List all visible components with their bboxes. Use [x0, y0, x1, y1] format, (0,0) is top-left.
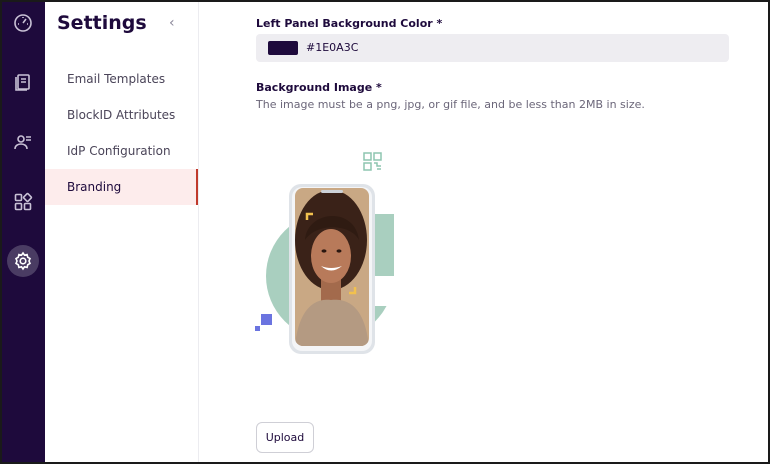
upload-button[interactable]: Upload	[256, 422, 314, 453]
settings-title: Settings	[57, 12, 147, 34]
background-image-preview	[255, 148, 405, 358]
left-panel-color-label: Left Panel Background Color *	[256, 17, 443, 30]
color-value: #1E0A3C	[306, 41, 359, 54]
settings-panel: Settings ‹ Email Templates BlockID Attri…	[45, 2, 199, 462]
nav-blockid-attributes[interactable]: BlockID Attributes	[45, 97, 198, 133]
nav-idp-configuration[interactable]: IdP Configuration	[45, 133, 198, 169]
icon-rail	[2, 2, 45, 462]
nav-branding[interactable]: Branding	[45, 169, 198, 205]
blue-square-small	[255, 326, 260, 331]
background-image-help: The image must be a png, jpg, or gif fil…	[256, 98, 645, 111]
phone-notch	[321, 190, 343, 193]
app-window: Settings ‹ Email Templates BlockID Attri…	[0, 0, 770, 464]
chevron-left-icon[interactable]: ‹	[169, 15, 175, 31]
left-panel-color-field[interactable]: #1E0A3C	[256, 34, 729, 62]
users-icon[interactable]	[9, 128, 37, 156]
gear-icon[interactable]	[7, 245, 39, 277]
dashboard-icon[interactable]	[9, 9, 37, 37]
phone-screen	[295, 188, 369, 346]
branding-content: Left Panel Background Color * #1E0A3C Ba…	[199, 2, 768, 462]
color-swatch[interactable]	[268, 41, 298, 55]
book-icon[interactable]	[9, 68, 37, 96]
preview-illustration	[255, 152, 394, 354]
apps-grid-icon[interactable]	[9, 188, 37, 216]
background-image-label: Background Image *	[256, 81, 382, 94]
qr-code-icon	[363, 152, 382, 171]
nav-email-templates[interactable]: Email Templates	[45, 61, 198, 97]
blue-square-large	[261, 314, 272, 325]
